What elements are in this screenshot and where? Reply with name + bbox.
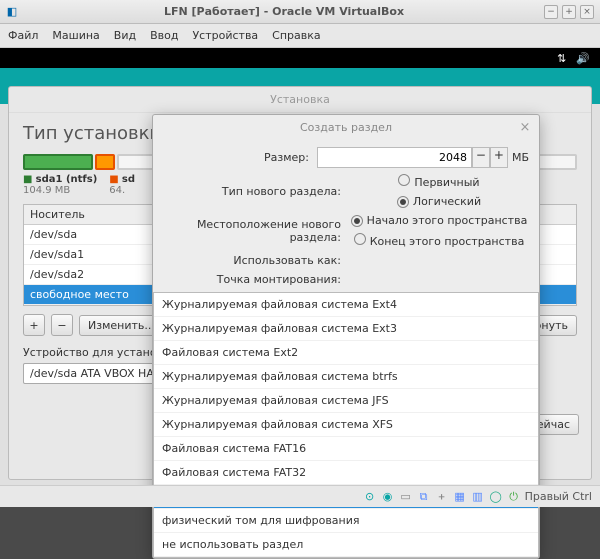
disk-label-0: ■ sda1 (ntfs) 104.9 MB <box>23 174 97 196</box>
remove-partition-button[interactable]: − <box>51 314 73 336</box>
guest-topbar: ⇅ 🔊 <box>0 48 600 68</box>
menubar: Файл Машина Вид Ввод Устройства Справка <box>0 24 600 48</box>
status-power-icon[interactable]: ⏻ <box>507 490 521 504</box>
window-title: LFN [Работает] - Oracle VM VirtualBox <box>24 5 544 18</box>
location-label: Местоположение нового раздела: <box>163 218 349 244</box>
disk-segment-sda2 <box>95 154 115 170</box>
radio-primary[interactable]: Первичный <box>398 174 479 189</box>
menu-devices[interactable]: Устройства <box>192 29 258 42</box>
maximize-button[interactable]: + <box>562 5 576 19</box>
menu-file[interactable]: Файл <box>8 29 38 42</box>
radio-end[interactable]: Конец этого пространства <box>354 233 525 248</box>
use-as-label: Использовать как: <box>163 254 349 267</box>
fs-option[interactable]: Файловая система FAT32 <box>154 461 538 485</box>
size-decrement[interactable]: − <box>472 147 490 168</box>
filesystem-dropdown[interactable]: Журналируемая файловая система Ext4 Журн… <box>153 292 539 558</box>
status-record-icon[interactable]: ◯ <box>489 490 503 504</box>
sound-icon[interactable]: 🔊 <box>576 52 590 65</box>
menu-input[interactable]: Ввод <box>150 29 178 42</box>
status-disk-icon[interactable]: ⊙ <box>363 490 377 504</box>
fs-option[interactable]: Журналируемая файловая система btrfs <box>154 365 538 389</box>
disk-label-1: ■ sd 64. <box>109 174 135 196</box>
size-increment[interactable]: + <box>490 147 508 168</box>
fs-option[interactable]: Файловая система Ext2 <box>154 341 538 365</box>
status-display-icon[interactable]: ▥ <box>471 490 485 504</box>
dialog-close-button[interactable]: × <box>517 120 533 136</box>
menu-help[interactable]: Справка <box>272 29 320 42</box>
fs-option[interactable]: не использовать раздел <box>154 533 538 557</box>
fs-option[interactable]: Журналируемая файловая система JFS <box>154 389 538 413</box>
status-usb-icon[interactable]: ᚐ <box>435 490 449 504</box>
radio-logical[interactable]: Логический <box>397 195 481 208</box>
network-icon[interactable]: ⇅ <box>557 52 566 65</box>
status-shared-icon[interactable]: ▦ <box>453 490 467 504</box>
mount-label: Точка монтирования: <box>163 273 349 286</box>
status-optical-icon[interactable]: ◉ <box>381 490 395 504</box>
minimize-button[interactable]: − <box>544 5 558 19</box>
close-button[interactable]: × <box>580 5 594 19</box>
size-spinbox[interactable]: − + <box>317 147 508 168</box>
app-icon: ◧ <box>7 5 17 18</box>
host-key-label: Правый Ctrl <box>525 490 592 503</box>
fs-option[interactable]: Журналируемая файловая система XFS <box>154 413 538 437</box>
size-unit: МБ <box>512 151 529 164</box>
fs-option[interactable]: Файловая система FAT16 <box>154 437 538 461</box>
radio-begin[interactable]: Начало этого пространства <box>351 214 528 227</box>
size-label: Размер: <box>163 151 317 164</box>
size-input[interactable] <box>317 147 472 168</box>
dialog-title: Создать раздел × <box>153 115 539 141</box>
installer-title: Установка <box>9 87 591 113</box>
fs-option[interactable]: Журналируемая файловая система Ext4 <box>154 293 538 317</box>
status-net-icon[interactable]: ⧉ <box>417 490 431 504</box>
fs-option[interactable]: Журналируемая файловая система Ext3 <box>154 317 538 341</box>
window-titlebar: ◧ LFN [Работает] - Oracle VM VirtualBox … <box>0 0 600 24</box>
status-hdd-icon[interactable]: ▭ <box>399 490 413 504</box>
fs-option[interactable]: физический том для шифрования <box>154 509 538 533</box>
type-label: Тип нового раздела: <box>163 185 349 198</box>
col-device: Носитель <box>24 205 154 224</box>
menu-machine[interactable]: Машина <box>52 29 99 42</box>
disk-segment-sda1 <box>23 154 93 170</box>
menu-view[interactable]: Вид <box>114 29 136 42</box>
add-partition-button[interactable]: + <box>23 314 45 336</box>
vm-statusbar: ⊙ ◉ ▭ ⧉ ᚐ ▦ ▥ ◯ ⏻ Правый Ctrl <box>0 485 600 507</box>
